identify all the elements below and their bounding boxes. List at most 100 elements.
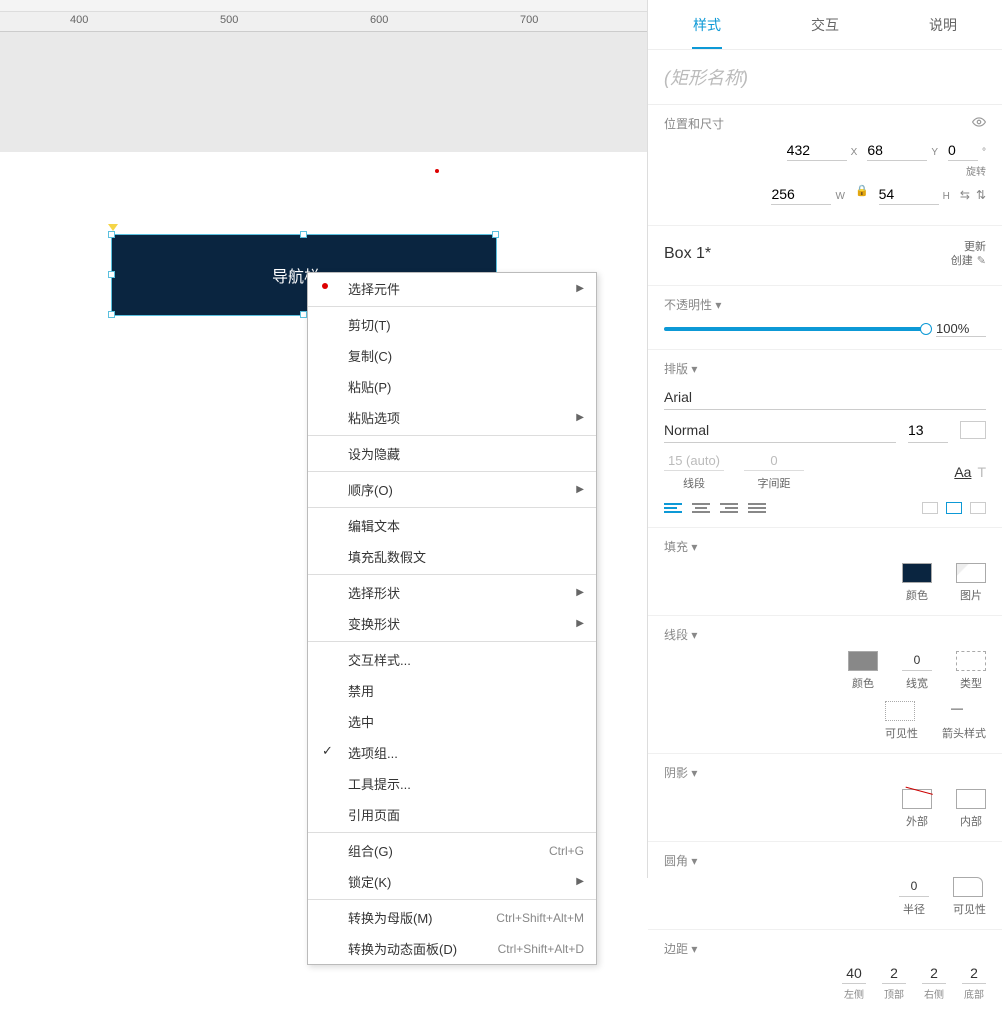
section-header[interactable]: 排版 ▾ xyxy=(664,360,697,377)
menu-item[interactable]: 复制(C) xyxy=(308,340,596,371)
resize-handle[interactable] xyxy=(108,311,115,318)
menu-item[interactable]: 转换为动态面板(D)Ctrl+Shift+Alt+D xyxy=(308,933,596,964)
slider-thumb[interactable] xyxy=(920,323,932,335)
menu-item[interactable]: 设为隐藏 xyxy=(308,438,596,469)
menu-item[interactable]: 选择元件▶ xyxy=(308,273,596,304)
valign-middle-icon[interactable] xyxy=(946,502,962,514)
style-update-link[interactable]: 更新 xyxy=(964,241,986,253)
menu-item[interactable]: 选择形状▶ xyxy=(308,577,596,608)
menu-item[interactable]: 工具提示... xyxy=(308,768,596,799)
menu-item[interactable]: 变换形状▶ xyxy=(308,608,596,639)
width-input[interactable] xyxy=(771,184,831,205)
font-size-input[interactable] xyxy=(908,418,948,443)
resize-handle[interactable] xyxy=(300,311,307,318)
style-create-link[interactable]: 创建 xyxy=(951,255,973,267)
font-weight-select[interactable]: Normal xyxy=(664,418,896,443)
fill-image-swatch[interactable] xyxy=(956,563,986,583)
opacity-slider[interactable] xyxy=(664,327,926,331)
section-header[interactable]: 阴影 ▾ xyxy=(664,764,697,781)
padding-bottom-input[interactable]: 2 xyxy=(962,965,986,984)
menu-item[interactable]: 粘贴选项▶ xyxy=(308,402,596,433)
opacity-value[interactable]: 100% xyxy=(936,321,986,337)
corner-visibility-swatch[interactable] xyxy=(953,877,983,897)
section-header[interactable]: 不透明性 ▾ xyxy=(664,296,721,313)
text-case-icon[interactable]: Aa xyxy=(954,464,971,480)
section-corner: 圆角 ▾ 0半径 可见性 xyxy=(648,842,1002,930)
menu-item[interactable]: 禁用 xyxy=(308,675,596,706)
menu-item[interactable]: 交互样式... xyxy=(308,644,596,675)
menu-separator xyxy=(308,832,596,833)
line-height-label: 线段 xyxy=(664,475,724,491)
stroke-visibility-swatch[interactable] xyxy=(885,701,915,721)
section-shadow: 阴影 ▾ 外部 内部 xyxy=(648,754,1002,842)
align-right-icon[interactable] xyxy=(720,501,738,515)
valign-bottom-icon[interactable] xyxy=(970,502,986,514)
menu-item[interactable]: 组合(G)Ctrl+G xyxy=(308,835,596,866)
anchor-dot xyxy=(435,169,439,173)
font-family-select[interactable]: Arial xyxy=(664,385,986,410)
resize-handle[interactable] xyxy=(300,231,307,238)
rotation-input[interactable] xyxy=(948,140,978,161)
font-color-swatch[interactable] xyxy=(960,421,986,439)
stroke-width-input[interactable]: 0 xyxy=(902,651,932,671)
section-header[interactable]: 边距 ▾ xyxy=(664,940,697,957)
menu-item[interactable]: 粘贴(P) xyxy=(308,371,596,402)
fill-color-swatch[interactable] xyxy=(902,563,932,583)
align-left-icon[interactable] xyxy=(664,501,682,515)
corner-radius-input[interactable]: 0 xyxy=(899,877,929,897)
section-fill: 填充 ▾ 颜色 图片 xyxy=(648,528,1002,616)
resize-handle[interactable] xyxy=(492,231,499,238)
line-height-input[interactable]: 15 (auto) xyxy=(664,453,724,471)
padding-top-input[interactable]: 2 xyxy=(882,965,906,984)
menu-separator xyxy=(308,899,596,900)
menu-item[interactable]: 剪切(T) xyxy=(308,309,596,340)
stroke-color-swatch[interactable] xyxy=(848,651,878,671)
section-header[interactable]: 线段 ▾ xyxy=(664,626,697,643)
menu-item[interactable]: ✓选项组... xyxy=(308,737,596,768)
align-justify-icon[interactable] xyxy=(748,501,766,515)
menu-item[interactable]: 编辑文本 xyxy=(308,510,596,541)
section-header[interactable]: 圆角 ▾ xyxy=(664,852,697,869)
tab-interaction[interactable]: 交互 xyxy=(766,1,884,49)
letter-spacing-input[interactable]: 0 xyxy=(744,453,804,471)
menu-item[interactable]: 锁定(K)▶ xyxy=(308,866,596,897)
style-name[interactable]: Box 1* xyxy=(664,245,711,263)
section-opacity: 不透明性 ▾ 100% xyxy=(648,286,1002,350)
resize-handle[interactable] xyxy=(108,271,115,278)
flip-v-icon[interactable]: ⇅ xyxy=(976,188,986,202)
shadow-outer-label[interactable]: 外部 xyxy=(902,813,932,829)
section-header[interactable]: 填充 ▾ xyxy=(664,538,697,555)
canvas-gray-area[interactable] xyxy=(0,32,647,152)
text-clear-icon[interactable]: T xyxy=(977,464,986,480)
padding-left-input[interactable]: 40 xyxy=(842,965,866,984)
lock-aspect-icon[interactable]: 🔒 xyxy=(855,184,869,205)
valign-top-icon[interactable] xyxy=(922,502,938,514)
menu-item[interactable]: 转换为母版(M)Ctrl+Shift+Alt+M xyxy=(308,902,596,933)
right-panel: 样式 交互 说明 (矩形名称) 位置和尺寸 X Y ° 旋转 W 🔒 H ⇆ ⇅ xyxy=(647,0,1002,878)
edit-icon[interactable]: ✎ xyxy=(977,254,986,268)
w-label: W xyxy=(835,191,844,202)
section-stroke: 线段 ▾ 颜色 0线宽 类型 可见性 —箭头样式 xyxy=(648,616,1002,754)
menu-item-label: 转换为母版(M) xyxy=(348,908,433,927)
y-input[interactable] xyxy=(867,140,927,161)
menu-item[interactable]: 引用页面 xyxy=(308,799,596,830)
menu-item[interactable]: 选中 xyxy=(308,706,596,737)
menu-item[interactable]: 顺序(O)▶ xyxy=(308,474,596,505)
visibility-eye-icon[interactable] xyxy=(972,115,986,132)
flip-h-icon[interactable]: ⇆ xyxy=(960,188,970,202)
tab-note[interactable]: 说明 xyxy=(884,1,1002,49)
padding-right-input[interactable]: 2 xyxy=(922,965,946,984)
resize-handle[interactable] xyxy=(108,231,115,238)
x-input[interactable] xyxy=(787,140,847,161)
shape-name-input[interactable]: (矩形名称) xyxy=(648,50,1002,105)
shadow-inner-swatch[interactable] xyxy=(956,789,986,809)
tab-style[interactable]: 样式 xyxy=(648,1,766,49)
stroke-type-swatch[interactable] xyxy=(956,651,986,671)
height-input[interactable] xyxy=(879,184,939,205)
menu-item[interactable]: 填充乱数假文 xyxy=(308,541,596,572)
align-center-icon[interactable] xyxy=(692,501,710,515)
corner-vis-label: 可见性 xyxy=(953,901,986,917)
menu-item-label: 组合(G) xyxy=(348,841,393,860)
arrow-style-swatch[interactable]: — xyxy=(942,701,972,721)
menu-item-label: 选中 xyxy=(348,712,374,731)
